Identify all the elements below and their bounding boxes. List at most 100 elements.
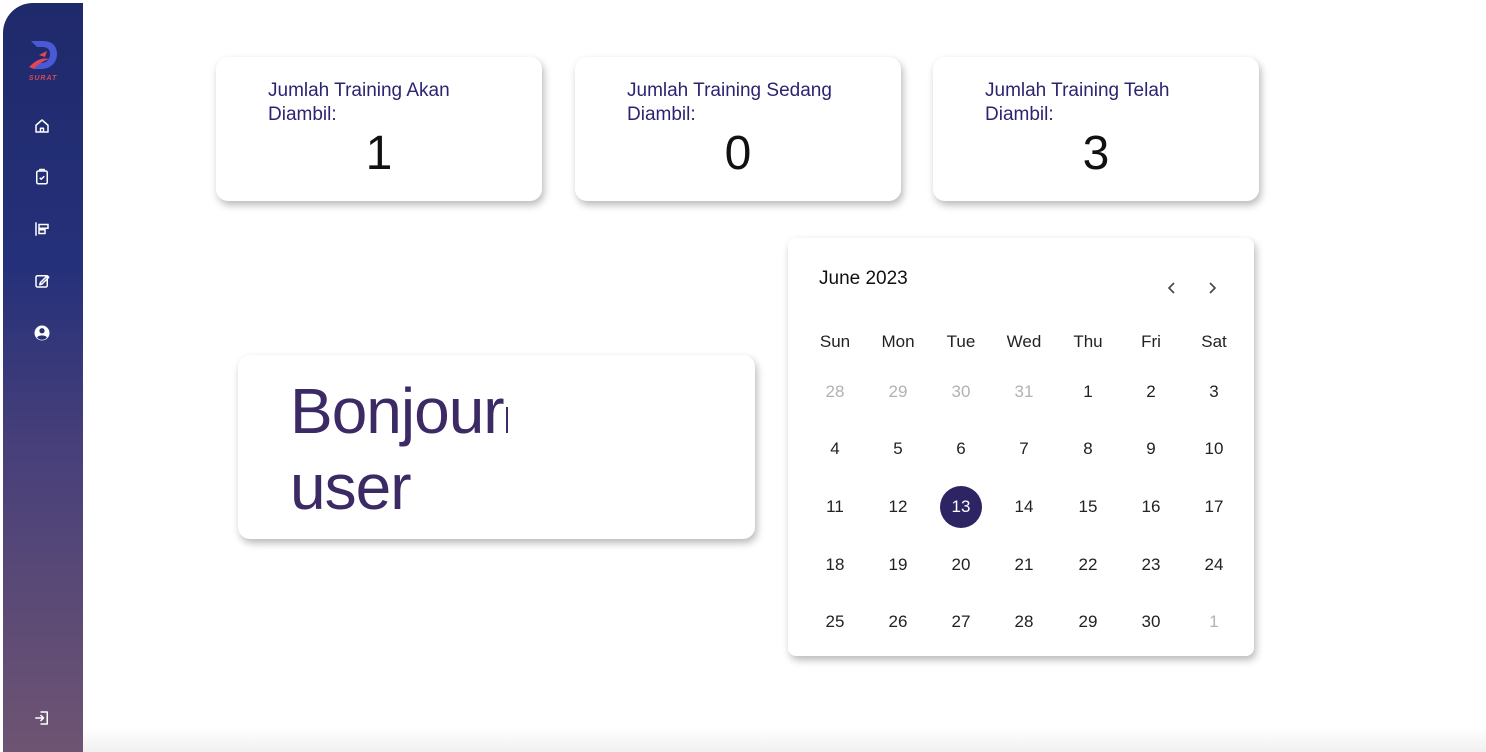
- calendar-day[interactable]: 29: [1063, 601, 1113, 643]
- calendar-prev-button[interactable]: [1160, 276, 1184, 300]
- sidebar: SURAT: [3, 3, 83, 752]
- nav-edit-button[interactable]: [31, 270, 53, 292]
- calendar-day-number: 6: [956, 439, 966, 458]
- logo-text: SURAT: [28, 75, 58, 82]
- weekday-label: Tue: [946, 332, 976, 351]
- nav-profile-button[interactable]: [31, 322, 53, 344]
- calendar-day-number: 13: [940, 486, 982, 528]
- calendar-day-number: 29: [888, 382, 908, 401]
- calendar-day[interactable]: 7: [999, 428, 1049, 470]
- weekday-label: Mon: [881, 332, 915, 351]
- stat-card-upcoming: Jumlah Training Akan Diambil: 1: [216, 57, 542, 201]
- calendar-day-number: 11: [826, 497, 844, 516]
- stat-label: Jumlah Training Sedang Diambil:: [627, 80, 832, 125]
- user-circle-icon: [34, 325, 50, 341]
- calendar-day-number: 27: [951, 612, 971, 631]
- calendar-day[interactable]: 30: [936, 371, 986, 413]
- calendar-day[interactable]: 1: [1063, 371, 1113, 413]
- calendar-day[interactable]: 5: [873, 428, 923, 470]
- calendar-day-number: 8: [1083, 439, 1093, 458]
- stat-label: Jumlah Training Telah Diambil:: [985, 80, 1170, 125]
- calendar-day-number: 30: [951, 382, 971, 401]
- calendar-day[interactable]: 8: [1063, 428, 1113, 470]
- calendar-day-number: 9: [1146, 439, 1156, 458]
- calendar-day-number: 28: [825, 382, 845, 401]
- text-cursor: [505, 407, 508, 433]
- nav-reports-button[interactable]: [31, 218, 53, 240]
- weekday-label: Wed: [1006, 332, 1042, 351]
- calendar-day[interactable]: 12: [873, 486, 923, 528]
- calendar-day-number: 22: [1078, 555, 1098, 574]
- calendar-day-number: 26: [888, 612, 908, 631]
- calendar-day[interactable]: 24: [1189, 544, 1239, 586]
- chevron-left-icon: [1167, 282, 1175, 294]
- calendar-day-number: 24: [1204, 555, 1224, 574]
- calendar-day[interactable]: 26: [873, 601, 923, 643]
- calendar-day[interactable]: 2: [1126, 371, 1176, 413]
- weekday-label: Sun: [819, 332, 851, 351]
- logout-button[interactable]: [31, 707, 53, 729]
- calendar-day-number: 30: [1141, 612, 1161, 631]
- calendar-day-number: 1: [1083, 382, 1093, 401]
- calendar-day-number: 3: [1209, 382, 1219, 401]
- edit-icon: [35, 275, 50, 288]
- nav-tasks-button[interactable]: [31, 166, 53, 188]
- weekday-label: Sat: [1201, 332, 1227, 351]
- calendar-day[interactable]: 21: [999, 544, 1049, 586]
- calendar-day-number: 18: [825, 555, 845, 574]
- weekday-label: Thu: [1073, 332, 1103, 351]
- calendar-next-button[interactable]: [1200, 276, 1224, 300]
- calendar-day-number: 14: [1014, 497, 1034, 516]
- calendar-day[interactable]: 4: [810, 428, 860, 470]
- chart-bars-icon: [35, 222, 49, 236]
- chevron-right-icon: [1209, 282, 1217, 294]
- calendar-day[interactable]: 25: [810, 601, 860, 643]
- calendar-day-number: 10: [1204, 439, 1224, 458]
- calendar-day-number: 19: [888, 555, 908, 574]
- calendar-day-number: 7: [1019, 439, 1029, 458]
- calendar-day-number: 15: [1078, 497, 1098, 516]
- greeting-line-2: user: [290, 451, 411, 523]
- calendar-day[interactable]: 9: [1126, 428, 1176, 470]
- calendar-day[interactable]: 30: [1126, 601, 1176, 643]
- calendar-day-number: 25: [825, 612, 845, 631]
- nav-home-button[interactable]: [31, 115, 53, 137]
- calendar-day[interactable]: 17: [1189, 486, 1239, 528]
- calendar-day-number: 21: [1014, 555, 1034, 574]
- calendar-day[interactable]: 16: [1126, 486, 1176, 528]
- calendar-day-number: 5: [893, 439, 903, 458]
- calendar-day-selected[interactable]: 13: [936, 486, 986, 528]
- page-bottom-edge: [83, 728, 1486, 752]
- calendar-day[interactable]: 15: [1063, 486, 1113, 528]
- calendar-day[interactable]: 18: [810, 544, 860, 586]
- calendar-day[interactable]: 3: [1189, 371, 1239, 413]
- calendar-month-title: June 2023: [819, 268, 908, 289]
- calendar-day[interactable]: 11: [810, 486, 860, 528]
- calendar: June 2023 Sun Mon Tue Wed Thu Fri Sat 28 29 30 31 1…: [788, 238, 1254, 656]
- greeting-text: Bonjour user: [290, 373, 508, 525]
- logo-mark-icon: [29, 41, 57, 69]
- calendar-day[interactable]: 31: [999, 371, 1049, 413]
- calendar-day[interactable]: 6: [936, 428, 986, 470]
- calendar-day-number: 31: [1014, 382, 1034, 401]
- calendar-day[interactable]: 29: [873, 371, 923, 413]
- app-logo[interactable]: SURAT: [25, 37, 61, 87]
- home-icon: [35, 119, 49, 133]
- calendar-day-number: 4: [830, 439, 840, 458]
- weekday-label: Fri: [1141, 332, 1161, 351]
- logout-icon: [35, 711, 48, 725]
- calendar-day[interactable]: 20: [936, 544, 986, 586]
- calendar-day-number: 28: [1014, 612, 1034, 631]
- stat-card-ongoing: Jumlah Training Sedang Diambil: 0: [575, 57, 901, 201]
- calendar-day[interactable]: 27: [936, 601, 986, 643]
- calendar-day[interactable]: 1: [1189, 601, 1239, 643]
- calendar-day[interactable]: 28: [810, 371, 860, 413]
- calendar-day[interactable]: 28: [999, 601, 1049, 643]
- calendar-day[interactable]: 19: [873, 544, 923, 586]
- calendar-day[interactable]: 10: [1189, 428, 1239, 470]
- calendar-day[interactable]: 14: [999, 486, 1049, 528]
- calendar-day-number: 23: [1141, 555, 1161, 574]
- stat-value: 0: [724, 127, 752, 180]
- calendar-day[interactable]: 23: [1126, 544, 1176, 586]
- calendar-day[interactable]: 22: [1063, 544, 1113, 586]
